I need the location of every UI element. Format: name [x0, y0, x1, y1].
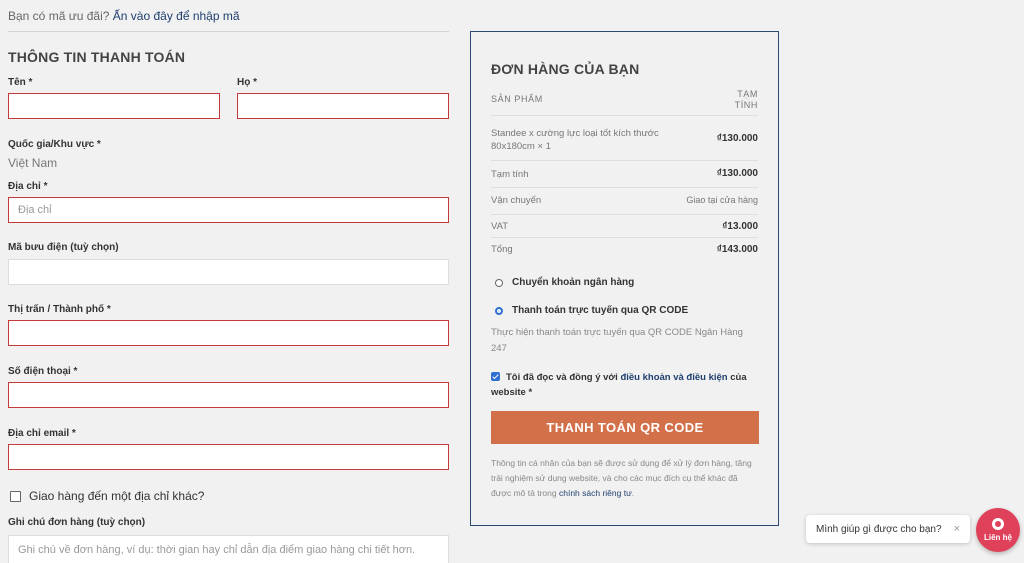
shipping-label: Vận chuyển — [491, 195, 542, 206]
total-value: ₫143.000 — [716, 244, 758, 255]
coupon-link[interactable]: Ấn vào đây để nhập mã — [113, 9, 240, 23]
phone-label: Số điện thoại * — [8, 366, 78, 377]
chat-bubble-text: Mình giúp gì được cho bạn? — [816, 523, 942, 535]
email-input[interactable] — [8, 444, 449, 470]
payment-bank-option[interactable]: Chuyển khoản ngân hàng — [495, 277, 634, 288]
coupon-notice: Bạn có mã ưu đãi? Ấn vào đây để nhập mã — [8, 9, 240, 23]
item-name-line2: 80x180cm × 1 — [491, 141, 551, 152]
notes-label: Ghi chú đơn hàng (tuỳ chọn) — [8, 517, 146, 528]
divider — [491, 237, 758, 238]
ship-different-row[interactable]: Giao hàng đến một địa chỉ khác? — [10, 489, 204, 503]
terms-row[interactable]: Tôi đã đọc và đồng ý với điều khoản và đ… — [491, 370, 759, 400]
payment-qr-radio[interactable] — [495, 306, 503, 315]
payment-qr-label: Thanh toán trực tuyến qua QR CODE — [512, 305, 689, 316]
payment-qr-description: Thực hiện thanh toán trực tuyến qua QR C… — [491, 327, 743, 354]
privacy-note: Thông tin cá nhân của bạn sẽ được sử dụn… — [491, 456, 759, 501]
notes-textarea[interactable]: Ghi chú về đơn hàng, ví dụ: thời gian ha… — [8, 535, 449, 563]
country-value: Việt Nam — [8, 156, 58, 170]
divider — [491, 160, 758, 161]
pay-qr-button[interactable]: THANH TOÁN QR CODE — [491, 411, 759, 444]
divider — [491, 187, 758, 188]
shipping-value: Giao tại cửa hàng — [686, 195, 758, 205]
city-input[interactable] — [8, 320, 449, 346]
divider — [491, 115, 758, 116]
address-label: Địa chỉ * — [8, 181, 48, 192]
phone-input[interactable] — [8, 382, 449, 408]
order-title: ĐƠN HÀNG CỦA BẠN — [491, 61, 640, 77]
postcode-label: Mã bưu điện (tuỳ chọn) — [8, 242, 119, 253]
close-icon[interactable]: × — [954, 523, 960, 535]
last-name-label: Họ * — [237, 77, 257, 88]
payment-qr-option[interactable]: Thanh toán trực tuyến qua QR CODE — [495, 305, 688, 316]
vat-value: ₫13.000 — [722, 221, 758, 232]
subtotal-header-line2: TÍNH — [734, 100, 758, 110]
payment-bank-radio[interactable] — [495, 278, 503, 287]
product-column-header: SẢN PHẨM — [491, 94, 543, 104]
email-label: Địa chỉ email * — [8, 428, 76, 439]
billing-title: THÔNG TIN THANH TOÁN — [8, 49, 186, 65]
chat-bubble[interactable]: Mình giúp gì được cho bạn? × — [806, 515, 970, 543]
item-name-line1: Standee x cường lực loại tốt kích thước — [491, 128, 659, 139]
first-name-label: Tên * — [8, 77, 33, 88]
item-name: Standee x cường lực loại tốt kích thước … — [491, 127, 659, 153]
first-name-input[interactable] — [8, 93, 220, 119]
subtotal-column-header: TẠM TÍNH — [735, 89, 758, 111]
item-price: ₫130.000 — [716, 133, 758, 144]
privacy-end: . — [631, 488, 635, 498]
order-summary: ĐƠN HÀNG CỦA BẠN SẢN PHẨM TẠM TÍNH Stand… — [470, 31, 779, 526]
terms-link[interactable]: điều khoản và điều kiện — [620, 372, 727, 383]
subtotal-value: ₫130.000 — [716, 168, 758, 179]
ship-different-label: Giao hàng đến một địa chỉ khác? — [29, 489, 205, 503]
postcode-input[interactable] — [8, 259, 449, 285]
privacy-link[interactable]: chính sách riêng tư — [559, 488, 632, 498]
payment-bank-label: Chuyển khoản ngân hàng — [512, 277, 635, 288]
vat-label: VAT — [491, 221, 509, 232]
address-input[interactable]: Địa chỉ — [8, 197, 449, 223]
terms-checkbox[interactable] — [491, 372, 500, 381]
last-name-input[interactable] — [237, 93, 449, 119]
coupon-prefix: Bạn có mã ưu đãi? — [8, 9, 110, 23]
total-label: Tổng — [491, 244, 513, 255]
country-label: Quốc gia/Khu vực * — [8, 139, 101, 150]
ship-different-checkbox[interactable] — [10, 490, 21, 502]
chat-button[interactable]: Liên hệ — [976, 508, 1020, 552]
chat-icon — [992, 518, 1004, 530]
city-label: Thị trấn / Thành phố * — [8, 304, 111, 315]
chat-button-label: Liên hệ — [983, 533, 1012, 542]
divider — [8, 31, 449, 32]
divider — [491, 214, 758, 215]
subtotal-label: Tạm tính — [491, 169, 529, 180]
terms-prefix: Tôi đã đọc và đồng ý với — [506, 372, 618, 383]
subtotal-header-line1: TẠM — [737, 89, 758, 99]
